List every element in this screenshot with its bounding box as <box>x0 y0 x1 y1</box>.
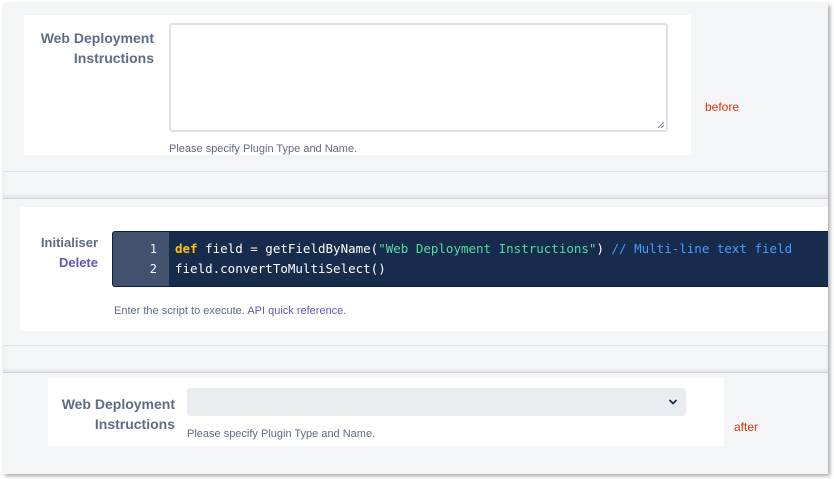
chevron-down-icon <box>669 399 677 405</box>
web-deployment-instructions-textarea[interactable] <box>169 23 668 132</box>
api-quick-reference-link[interactable]: API quick reference. <box>247 305 346 317</box>
before-annotation: before <box>705 100 740 114</box>
field-label: Web Deployment Instructions <box>61 396 175 432</box>
script-help-label: Enter the script to execute. <box>114 305 245 317</box>
before-field-panel: Web Deployment Instructions Please speci… <box>24 15 691 155</box>
code-text: field = getFieldByName( <box>197 241 379 256</box>
line-number: 1 <box>149 242 157 256</box>
code-text: ) <box>596 241 612 256</box>
code-keyword: def <box>175 241 198 256</box>
delete-link[interactable]: Delete <box>20 253 98 273</box>
after-annotation: after <box>734 420 759 434</box>
section-separator <box>3 171 828 199</box>
code-comment: // Multi-line text field <box>611 241 793 256</box>
web-deployment-instructions-select[interactable] <box>187 388 686 416</box>
initialiser-label: Initialiser <box>40 235 98 250</box>
section-separator <box>3 345 828 373</box>
code-string: "Web Deployment Instructions" <box>378 241 597 256</box>
code-text: field.convertToMultiSelect() <box>175 261 386 276</box>
resize-handle-icon[interactable] <box>657 121 665 129</box>
code-line[interactable]: def field = getFieldByName("Web Deployme… <box>175 239 792 259</box>
field-label: Web Deployment Instructions <box>40 30 154 66</box>
initialiser-panel: Initialiser Delete 1 2 def field = getFi… <box>20 207 828 331</box>
script-code-editor[interactable]: 1 2 def field = getFieldByName("Web Depl… <box>112 231 828 287</box>
code-line[interactable]: field.convertToMultiSelect() <box>175 259 386 279</box>
after-field-panel: Web Deployment Instructions Please speci… <box>48 378 724 446</box>
field-help-text: Please specify Plugin Type and Name. <box>187 428 376 440</box>
script-help-text: Enter the script to execute. API quick r… <box>114 304 346 318</box>
screenshot-frame: Web Deployment Instructions Please speci… <box>3 3 828 474</box>
line-number: 2 <box>149 262 157 276</box>
field-help-text: Please specify Plugin Type and Name. <box>169 143 358 155</box>
